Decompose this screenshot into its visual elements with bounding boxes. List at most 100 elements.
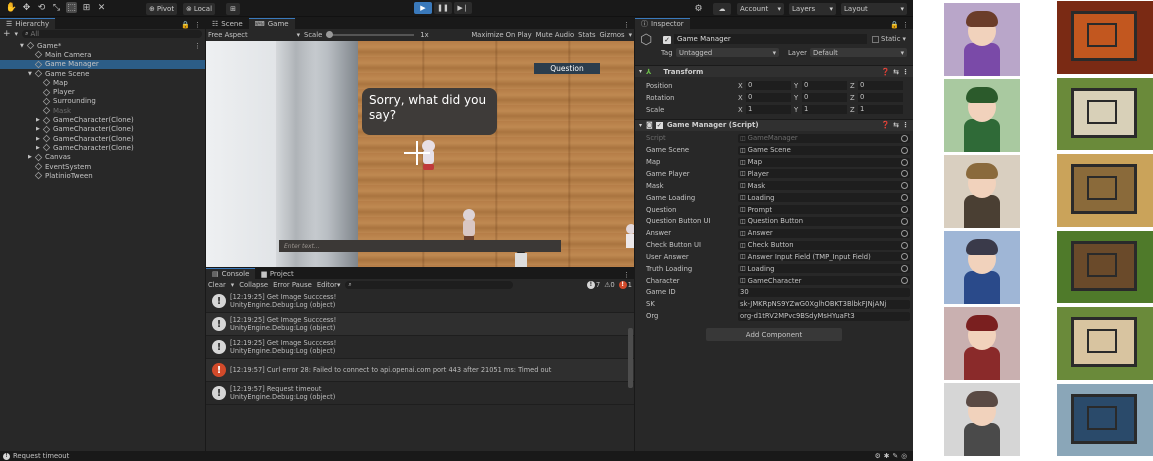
scale-slider-handle[interactable] [326, 30, 334, 38]
hierarchy-item[interactable]: Map [0, 78, 205, 87]
step-button[interactable]: ▶❘ [454, 2, 472, 14]
services-icon[interactable]: ⚙ [693, 3, 704, 14]
field-value[interactable]: ◫ GameCharacter [738, 276, 910, 286]
error-count-toggle[interactable]: ! 1 [618, 280, 632, 289]
custom-tool-icon[interactable]: ✕ [96, 2, 107, 13]
static-checkbox[interactable] [872, 35, 879, 43]
object-picker-icon[interactable] [901, 134, 908, 142]
console-entry[interactable]: ! [12:19:25] Get Image Succcess! UnityEngi… [206, 336, 634, 359]
object-picker-icon[interactable] [901, 265, 908, 273]
tag-dropdown[interactable]: Untagged ▾ [676, 48, 779, 57]
add-component-button[interactable]: Add Component [706, 328, 842, 342]
axis-value[interactable]: 0 [802, 93, 847, 103]
vector-x-field[interactable]: X0 [738, 81, 791, 91]
bug-icon[interactable]: ✱ [884, 452, 890, 460]
object-picker-icon[interactable] [901, 158, 908, 166]
axis-value[interactable]: 1 [858, 105, 903, 115]
hierarchy-item[interactable]: Surrounding [0, 97, 205, 106]
kebab-menu-icon[interactable]: ⋮ [194, 42, 201, 50]
kebab-menu-icon[interactable]: ⋮ [194, 21, 201, 29]
axis-value[interactable]: 0 [858, 81, 903, 91]
axis-value[interactable]: 0 [858, 93, 903, 103]
pause-button[interactable]: ❚❚ [434, 2, 452, 14]
axis-value[interactable]: 0 [746, 93, 791, 103]
object-picker-icon[interactable] [901, 182, 908, 190]
collapse-toggle[interactable]: Collapse [239, 281, 268, 289]
object-picker-icon[interactable] [901, 206, 908, 214]
console-entry[interactable]: ! [12:19:25] Get Image Succcess! UnityEngi… [206, 290, 634, 313]
hierarchy-item[interactable]: ▶ GameCharacter(Clone) [0, 134, 205, 143]
rect-tool-icon[interactable]: ⬚ [66, 2, 77, 13]
axis-value[interactable]: 0 [802, 81, 847, 91]
vector-z-field[interactable]: Z0 [850, 81, 903, 91]
move-tool-icon[interactable]: ✥ [21, 2, 32, 13]
help-icon[interactable]: ❓ [881, 68, 890, 76]
hierarchy-item[interactable]: ▶ Canvas [0, 153, 205, 162]
gameobject-name-field[interactable]: Game Manager [674, 34, 867, 44]
editor-dropdown[interactable]: Editor ▾ [317, 281, 341, 289]
script-component-header[interactable]: ▾ ◙ ✓ Game Manager (Script) ❓ ⇆ ⋮ [635, 118, 913, 131]
error-pause-toggle[interactable]: Error Pause [273, 281, 312, 289]
hierarchy-item[interactable]: ▶ GameCharacter(Clone) [0, 125, 205, 134]
tab-inspector[interactable]: ⓘ Inspector [635, 18, 690, 29]
field-value[interactable]: ◫ Question Button [738, 216, 910, 226]
scale-slider[interactable] [326, 30, 415, 39]
static-toggle[interactable]: Static ▾ [872, 35, 906, 43]
hierarchy-search-field[interactable]: ⌕ All [22, 30, 202, 38]
transform-header[interactable]: ▾ ⅄ Transform ❓ ⇆ ⋮ [635, 65, 913, 77]
vector-z-field[interactable]: Z1 [850, 105, 903, 115]
hierarchy-item[interactable]: Game Manager [0, 59, 205, 69]
network-icon[interactable]: ✎ [892, 452, 898, 460]
preset-icon[interactable]: ⇆ [893, 68, 899, 76]
object-picker-icon[interactable] [901, 277, 908, 285]
console-scrollbar[interactable] [628, 328, 633, 388]
scale-tool-icon[interactable]: ⤡ [51, 2, 62, 13]
object-picker-icon[interactable] [901, 253, 908, 261]
field-value[interactable]: ◫ Check Button [738, 240, 910, 250]
hierarchy-item[interactable]: Main Camera [0, 50, 205, 59]
info-count-toggle[interactable]: ! 7 [586, 280, 600, 289]
mute-audio-toggle[interactable]: Mute Audio [536, 31, 575, 39]
lock-icon[interactable]: 🔒 [890, 21, 899, 29]
vector-y-field[interactable]: Y0 [794, 93, 847, 103]
vector-z-field[interactable]: Z0 [850, 93, 903, 103]
layout-dropdown[interactable]: Layout ▾ [841, 3, 907, 15]
preset-icon[interactable]: ⇆ [893, 121, 899, 129]
field-value[interactable]: ◫ Loading [738, 193, 910, 203]
hierarchy-item[interactable]: Player [0, 87, 205, 96]
object-picker-icon[interactable] [901, 146, 908, 154]
tab-hierarchy[interactable]: ☰ Hierarchy [0, 18, 56, 29]
vector-y-field[interactable]: Y1 [794, 105, 847, 115]
tab-game[interactable]: ⌨ Game [248, 18, 295, 29]
console-entry[interactable]: ! [12:19:57] Request timeout UnityEngine.D… [206, 382, 634, 405]
vector-x-field[interactable]: X0 [738, 93, 791, 103]
pivot-toggle[interactable]: ⊕ Pivot [146, 3, 178, 15]
cloud-button[interactable]: ☁ [713, 3, 731, 15]
kebab-menu-icon[interactable]: ⋮ [623, 271, 630, 279]
clear-button[interactable]: Clear [208, 281, 226, 289]
warning-count-toggle[interactable]: ⚠ 0 [604, 281, 614, 289]
stats-toggle[interactable]: Stats [578, 31, 595, 39]
field-value[interactable]: ◫ Prompt [738, 205, 910, 215]
tab-console[interactable]: ▤ Console [206, 268, 256, 279]
maximize-on-play-toggle[interactable]: Maximize On Play [471, 31, 531, 39]
field-value[interactable]: ◫ Loading [738, 264, 910, 274]
transform-tool-icon[interactable]: ⊞ [81, 2, 92, 13]
answer-input-field[interactable]: Enter text... [279, 240, 561, 252]
chevron-down-icon[interactable]: ▾ [629, 31, 632, 39]
field-value[interactable]: ◫ Mask [738, 181, 910, 191]
play-button[interactable]: ▶ [414, 2, 432, 14]
account-dropdown[interactable]: Account ▾ [737, 3, 784, 15]
object-picker-icon[interactable] [901, 217, 908, 225]
chevron-down-icon[interactable]: ▾ [231, 281, 234, 289]
field-value[interactable]: 30 [738, 287, 910, 297]
field-value[interactable]: ◫ Answer [738, 228, 910, 238]
axis-value[interactable]: 0 [746, 81, 791, 91]
axis-value[interactable]: 1 [746, 105, 791, 115]
hierarchy-item[interactable]: ▶ GameCharacter(Clone) [0, 143, 205, 152]
kebab-menu-icon[interactable]: ⋮ [623, 21, 630, 29]
question-button[interactable]: Question [534, 63, 600, 74]
console-entry[interactable]: ! [12:19:57] Curl error 28: Failed to con… [206, 359, 634, 382]
kebab-menu-icon[interactable]: ⋮ [902, 21, 909, 29]
game-canvas[interactable]: Question Sorry, what did you say? Enter … [206, 41, 634, 267]
